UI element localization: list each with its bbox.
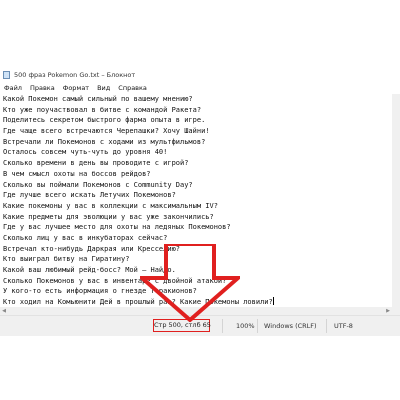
text-caret: [272, 297, 274, 306]
notepad-window: 500 фраз Pokemon Go.txt – Блокнот Файл П…: [0, 68, 400, 336]
text-line: Сколько времени в день вы проводите с иг…: [3, 159, 189, 168]
menu-view[interactable]: Вид: [93, 84, 114, 92]
scroll-left-icon[interactable]: ◀: [0, 307, 8, 315]
text-line: Поделитесь секретом быстрого фарма опыта…: [3, 116, 206, 125]
status-divider: [257, 319, 258, 333]
text-line: Какой ваш любимый рейд-босс? Мой – Найдо…: [3, 266, 176, 274]
text-line: Сколько Покемонов у вас в инвентаре с дв…: [3, 276, 227, 285]
text-line: Встречал кто-нибудь Даркрая или Крессели…: [3, 244, 181, 253]
status-line-ending: Windows (CRLF): [264, 322, 317, 330]
vertical-scrollbar[interactable]: [392, 94, 400, 307]
window-title: 500 фраз Pokemon Go.txt – Блокнот: [14, 70, 136, 79]
last-line-text: Кто ходил на Комьюнити Дей в прошлый раз…: [3, 298, 273, 307]
text-line: Кто уже поучаствовал в битве с командой …: [3, 105, 202, 114]
notepad-icon: [3, 70, 10, 79]
menu-file[interactable]: Файл: [0, 84, 26, 92]
text-line: В чем смысл охоты на боссов рейдов?: [3, 169, 151, 178]
scrollbar-corner: [392, 307, 400, 315]
status-divider: [222, 319, 223, 333]
menu-help[interactable]: Справка: [114, 84, 151, 92]
text-line: Сколько лиц у вас в инкубаторах сейчас?: [3, 233, 168, 242]
text-line: Где чаще всего встречаются Черепашки? Хо…: [3, 127, 210, 136]
menu-bar: Файл Правка Формат Вид Справка: [0, 82, 400, 93]
text-line-last: Кто ходил на Комьюнити Дей в прошлый раз…: [0, 297, 392, 307]
text-line: Где у вас лучшее место для охоты на ледя…: [3, 223, 231, 232]
text-line: У кого-то есть информация о гнезде Терак…: [3, 287, 197, 296]
text-line: Встречали ли Покемонов с ходами из мульт…: [3, 137, 206, 146]
text-line: Где лучше всего искать Летучих Покемонов…: [3, 191, 176, 200]
text-line: Какие предметы для эволюции у вас уже за…: [3, 212, 214, 221]
status-zoom: 100%: [236, 322, 255, 330]
text-line: Какие покемоны у вас в коллекции с макси…: [3, 201, 218, 210]
horizontal-scrollbar[interactable]: ◀ ▶: [0, 307, 392, 315]
menu-format[interactable]: Формат: [59, 84, 93, 92]
title-bar: 500 фраз Pokemon Go.txt – Блокнот: [0, 68, 400, 81]
status-divider: [326, 319, 327, 333]
status-cursor-position: Стр 500, стлб 65: [153, 319, 211, 332]
menu-edit[interactable]: Правка: [26, 84, 59, 92]
status-bar: Стр 500, стлб 65 100% Windows (CRLF) UTF…: [0, 315, 400, 336]
text-line: Осталось совсем чуть-чуть до уровня 40!: [3, 148, 168, 157]
text-line: Какой Покемон самый сильный по вашему мн…: [3, 95, 193, 103]
text-line: Сколько вы поймали Покемонов с Community…: [3, 180, 193, 189]
text-editor[interactable]: Какой Покемон самый сильный по вашему мн…: [0, 94, 392, 307]
text-line: Кто выиграл битву на Гиратину?: [3, 255, 130, 264]
scroll-right-icon[interactable]: ▶: [384, 307, 392, 315]
status-encoding: UTF-8: [334, 322, 353, 330]
